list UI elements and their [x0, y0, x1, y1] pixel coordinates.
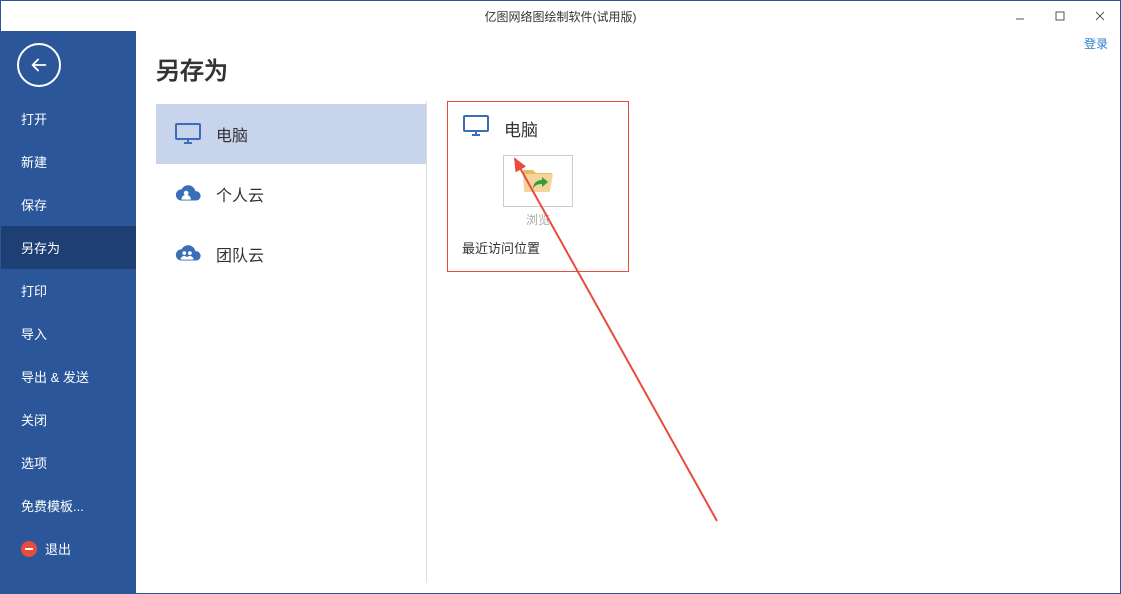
- location-list: 电脑 个人云 团队云: [156, 104, 426, 284]
- sidebar: 打开 新建 保存 另存为 打印 导入 导出 & 发送 关闭 选项 免费模板...…: [1, 31, 136, 593]
- sidebar-item-label: 新建: [21, 152, 47, 171]
- detail-header-label: 电脑: [504, 116, 538, 141]
- team-cloud-icon: [174, 240, 202, 268]
- sidebar-item-import[interactable]: 导入: [1, 312, 136, 355]
- sidebar-item-close[interactable]: 关闭: [1, 398, 136, 441]
- location-label: 个人云: [216, 182, 264, 206]
- close-icon: [1094, 10, 1106, 22]
- personal-cloud-icon: [174, 180, 202, 208]
- location-label: 电脑: [216, 122, 248, 146]
- sidebar-item-label: 退出: [45, 539, 71, 558]
- sidebar-item-label: 导出 & 发送: [21, 367, 89, 386]
- sidebar-item-open[interactable]: 打开: [1, 97, 136, 140]
- sidebar-item-print[interactable]: 打印: [1, 269, 136, 312]
- window-controls: [1000, 1, 1120, 31]
- monitor-icon: [174, 120, 202, 148]
- maximize-icon: [1054, 10, 1066, 22]
- detail-panel: 电脑 浏览 最近访问位置: [447, 101, 629, 272]
- sidebar-item-exit[interactable]: 退出: [1, 527, 136, 570]
- folder-open-icon: [503, 155, 573, 207]
- minimize-icon: [1014, 10, 1026, 22]
- sidebar-item-options[interactable]: 选项: [1, 441, 136, 484]
- titlebar: 亿图网络图绘制软件(试用版): [1, 1, 1120, 31]
- sidebar-item-label: 免费模板...: [21, 496, 84, 515]
- location-item-computer[interactable]: 电脑: [156, 104, 426, 164]
- sidebar-item-label: 另存为: [21, 238, 60, 257]
- browse-label: 浏览: [497, 211, 579, 228]
- browse-button[interactable]: 浏览: [497, 155, 579, 228]
- sidebar-item-templates[interactable]: 免费模板...: [1, 484, 136, 527]
- sidebar-item-label: 打印: [21, 281, 47, 300]
- location-item-team-cloud[interactable]: 团队云: [156, 224, 426, 284]
- sidebar-item-label: 导入: [21, 324, 47, 343]
- sidebar-item-label: 关闭: [21, 410, 47, 429]
- back-button[interactable]: [17, 43, 61, 87]
- sidebar-item-label: 选项: [21, 453, 47, 472]
- sidebar-item-label: 打开: [21, 109, 47, 128]
- detail-header: 电脑: [462, 114, 614, 143]
- sidebar-item-save[interactable]: 保存: [1, 183, 136, 226]
- sidebar-item-new[interactable]: 新建: [1, 140, 136, 183]
- sidebar-item-label: 保存: [21, 195, 47, 214]
- back-arrow-icon: [28, 54, 50, 76]
- sidebar-item-export[interactable]: 导出 & 发送: [1, 355, 136, 398]
- page-title: 另存为: [156, 31, 426, 104]
- location-item-personal-cloud[interactable]: 个人云: [156, 164, 426, 224]
- minimize-button[interactable]: [1000, 1, 1040, 31]
- window-title: 亿图网络图绘制软件(试用版): [485, 8, 637, 25]
- recent-locations-label: 最近访问位置: [462, 238, 614, 257]
- location-label: 团队云: [216, 242, 264, 266]
- close-button[interactable]: [1080, 1, 1120, 31]
- exit-icon: [21, 541, 37, 557]
- maximize-button[interactable]: [1040, 1, 1080, 31]
- sidebar-item-save-as[interactable]: 另存为: [1, 226, 136, 269]
- monitor-icon: [462, 114, 490, 143]
